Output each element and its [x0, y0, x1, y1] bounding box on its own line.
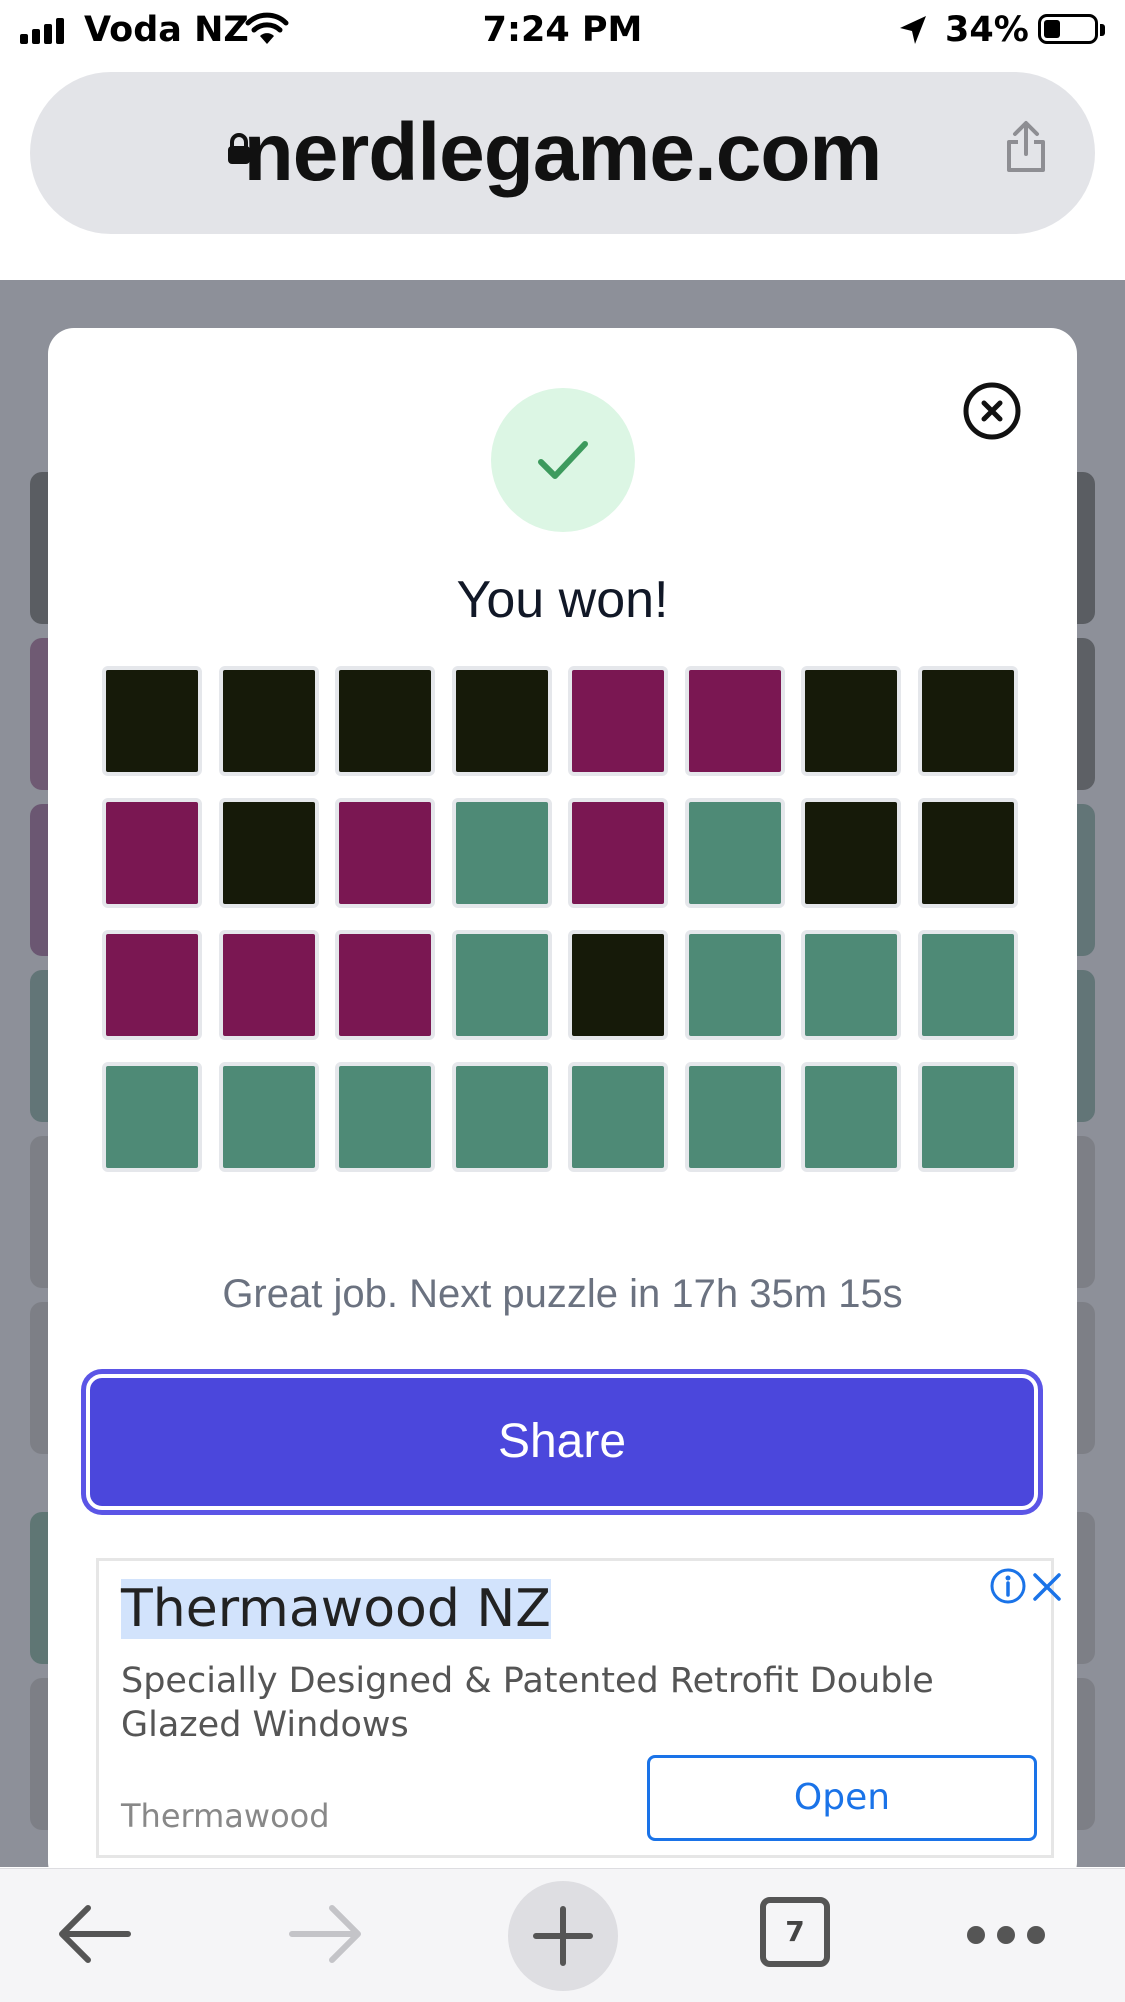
grid-cell	[568, 930, 668, 1040]
grid-cell	[684, 666, 785, 776]
location-arrow-icon	[900, 16, 926, 44]
grid-cell	[451, 930, 552, 1040]
close-icon[interactable]	[962, 381, 1022, 441]
browser-toolbar: 7	[0, 1868, 1125, 2002]
grid-cell	[218, 930, 319, 1040]
success-badge	[491, 388, 635, 532]
grid-cell	[102, 798, 202, 908]
new-tab-button[interactable]	[508, 1881, 618, 1991]
grid-cell	[684, 798, 785, 908]
grid-cell	[218, 1062, 319, 1172]
result-grid	[102, 666, 1024, 1172]
ad-open-button[interactable]: Open	[647, 1755, 1037, 1841]
grid-cell	[102, 1062, 202, 1172]
grid-cell	[917, 1062, 1018, 1172]
grid-cell	[102, 930, 202, 1040]
grid-cell	[684, 1062, 785, 1172]
share-button[interactable]: Share	[86, 1374, 1038, 1510]
grid-cell	[218, 798, 319, 908]
grid-cell	[684, 930, 785, 1040]
ad-close-icon[interactable]	[1031, 1571, 1063, 1603]
grid-cell	[451, 798, 552, 908]
forward-icon[interactable]	[286, 1899, 366, 1969]
ad-advertiser: Thermawood	[121, 1797, 330, 1835]
grid-cell	[801, 666, 901, 776]
modal-title: You won!	[456, 571, 669, 629]
grid-cell	[917, 798, 1018, 908]
grid-cell	[568, 666, 668, 776]
status-bar: Voda NZ 7:24 PM 34%	[0, 0, 1125, 62]
grid-cell	[917, 930, 1018, 1040]
grid-cell	[335, 798, 435, 908]
grid-cell	[451, 666, 552, 776]
ad-title[interactable]: Thermawood NZ	[121, 1579, 551, 1639]
grid-cell	[335, 666, 435, 776]
battery-percent: 34%	[945, 10, 1029, 50]
advertisement[interactable]: Thermawood NZ Specially Designed & Paten…	[96, 1558, 1061, 1858]
ad-description: Specially Designed & Patented Retrofit D…	[121, 1661, 934, 1745]
ad-title-text[interactable]: Thermawood NZ	[121, 1579, 551, 1639]
tabs-count-button[interactable]: 7	[760, 1897, 830, 1967]
grid-cell	[335, 1062, 435, 1172]
grid-cell	[801, 1062, 901, 1172]
grid-cell	[568, 1062, 668, 1172]
grid-cell	[801, 798, 901, 908]
win-modal: You won! Great job. Next puzzle in 17h 3…	[48, 328, 1077, 1888]
back-icon[interactable]	[54, 1899, 134, 1969]
battery-icon	[1038, 14, 1105, 44]
grid-cell	[102, 666, 202, 776]
url-text[interactable]: nerdlegame.com	[30, 106, 1095, 200]
grid-cell	[335, 930, 435, 1040]
address-bar[interactable]: nerdlegame.com	[30, 72, 1095, 234]
info-icon[interactable]	[989, 1567, 1027, 1605]
grid-cell	[218, 666, 319, 776]
next-puzzle-message: Great job. Next puzzle in 17h 35m 15s	[222, 1272, 903, 1316]
plus-icon	[533, 1906, 593, 1966]
grid-cell	[568, 798, 668, 908]
grid-cell	[801, 930, 901, 1040]
more-icon[interactable]	[964, 1923, 1048, 1947]
grid-cell	[917, 666, 1018, 776]
grid-cell	[451, 1062, 552, 1172]
share-icon[interactable]	[1003, 120, 1049, 174]
check-icon	[538, 441, 588, 479]
